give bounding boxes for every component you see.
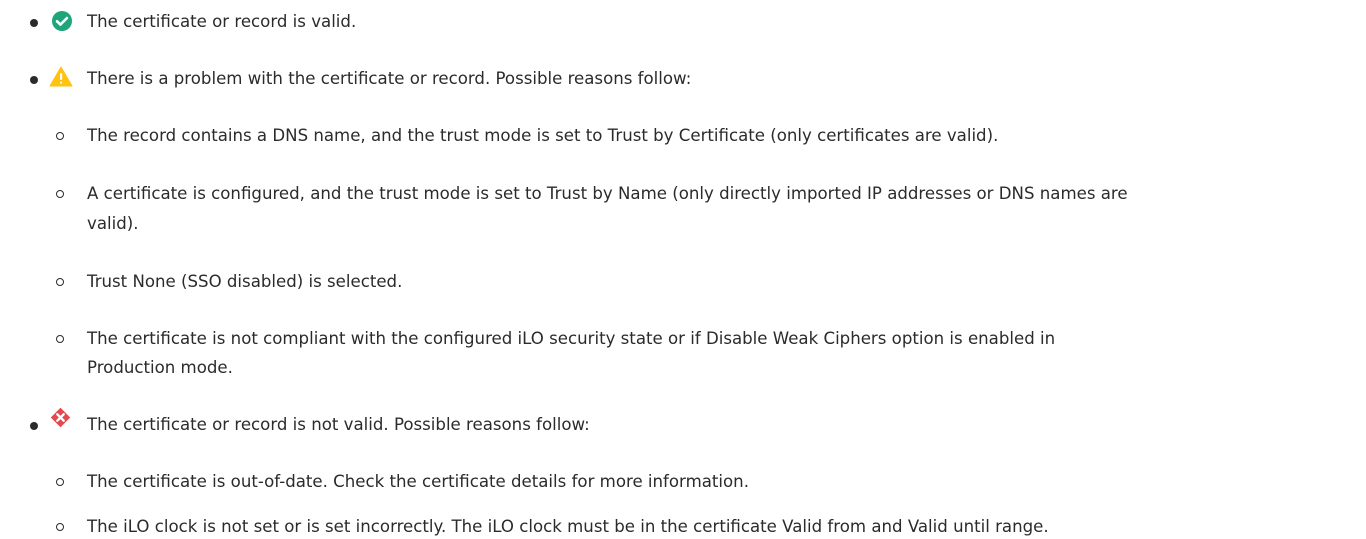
sub-list-bullet [56,278,64,286]
status-invalid-text: The certificate or record is not valid. … [87,415,590,434]
invalid-reason-ilo-clock: The iLO clock is not set or is set incor… [87,517,1049,536]
status-problem-text: There is a problem with the certificate … [87,69,692,88]
problem-reason-dns-trust-by-certificate: The record contains a DNS name, and the … [87,126,999,145]
problem-reason-certificate-trust-by-name-cont: valid). [87,214,139,233]
problem-reason-security-state-cont: Production mode. [87,358,233,377]
list-bullet [30,76,38,84]
sub-list-bullet [56,132,64,140]
check-circle-icon [52,11,72,31]
list-bullet [30,19,38,27]
error-diamond-icon [50,407,71,428]
status-valid-text: The certificate or record is valid. [87,12,357,31]
invalid-reason-out-of-date: The certificate is out-of-date. Check th… [87,472,749,491]
problem-reason-certificate-trust-by-name: A certificate is configured, and the tru… [87,184,1128,203]
sub-list-bullet [56,335,64,343]
sub-list-bullet [56,523,64,531]
warning-triangle-icon [49,66,73,87]
list-bullet [30,422,38,430]
sub-list-bullet [56,478,64,486]
problem-reason-trust-none: Trust None (SSO disabled) is selected. [87,272,403,291]
problem-reason-security-state: The certificate is not compliant with th… [87,329,1056,348]
sub-list-bullet [56,190,64,198]
